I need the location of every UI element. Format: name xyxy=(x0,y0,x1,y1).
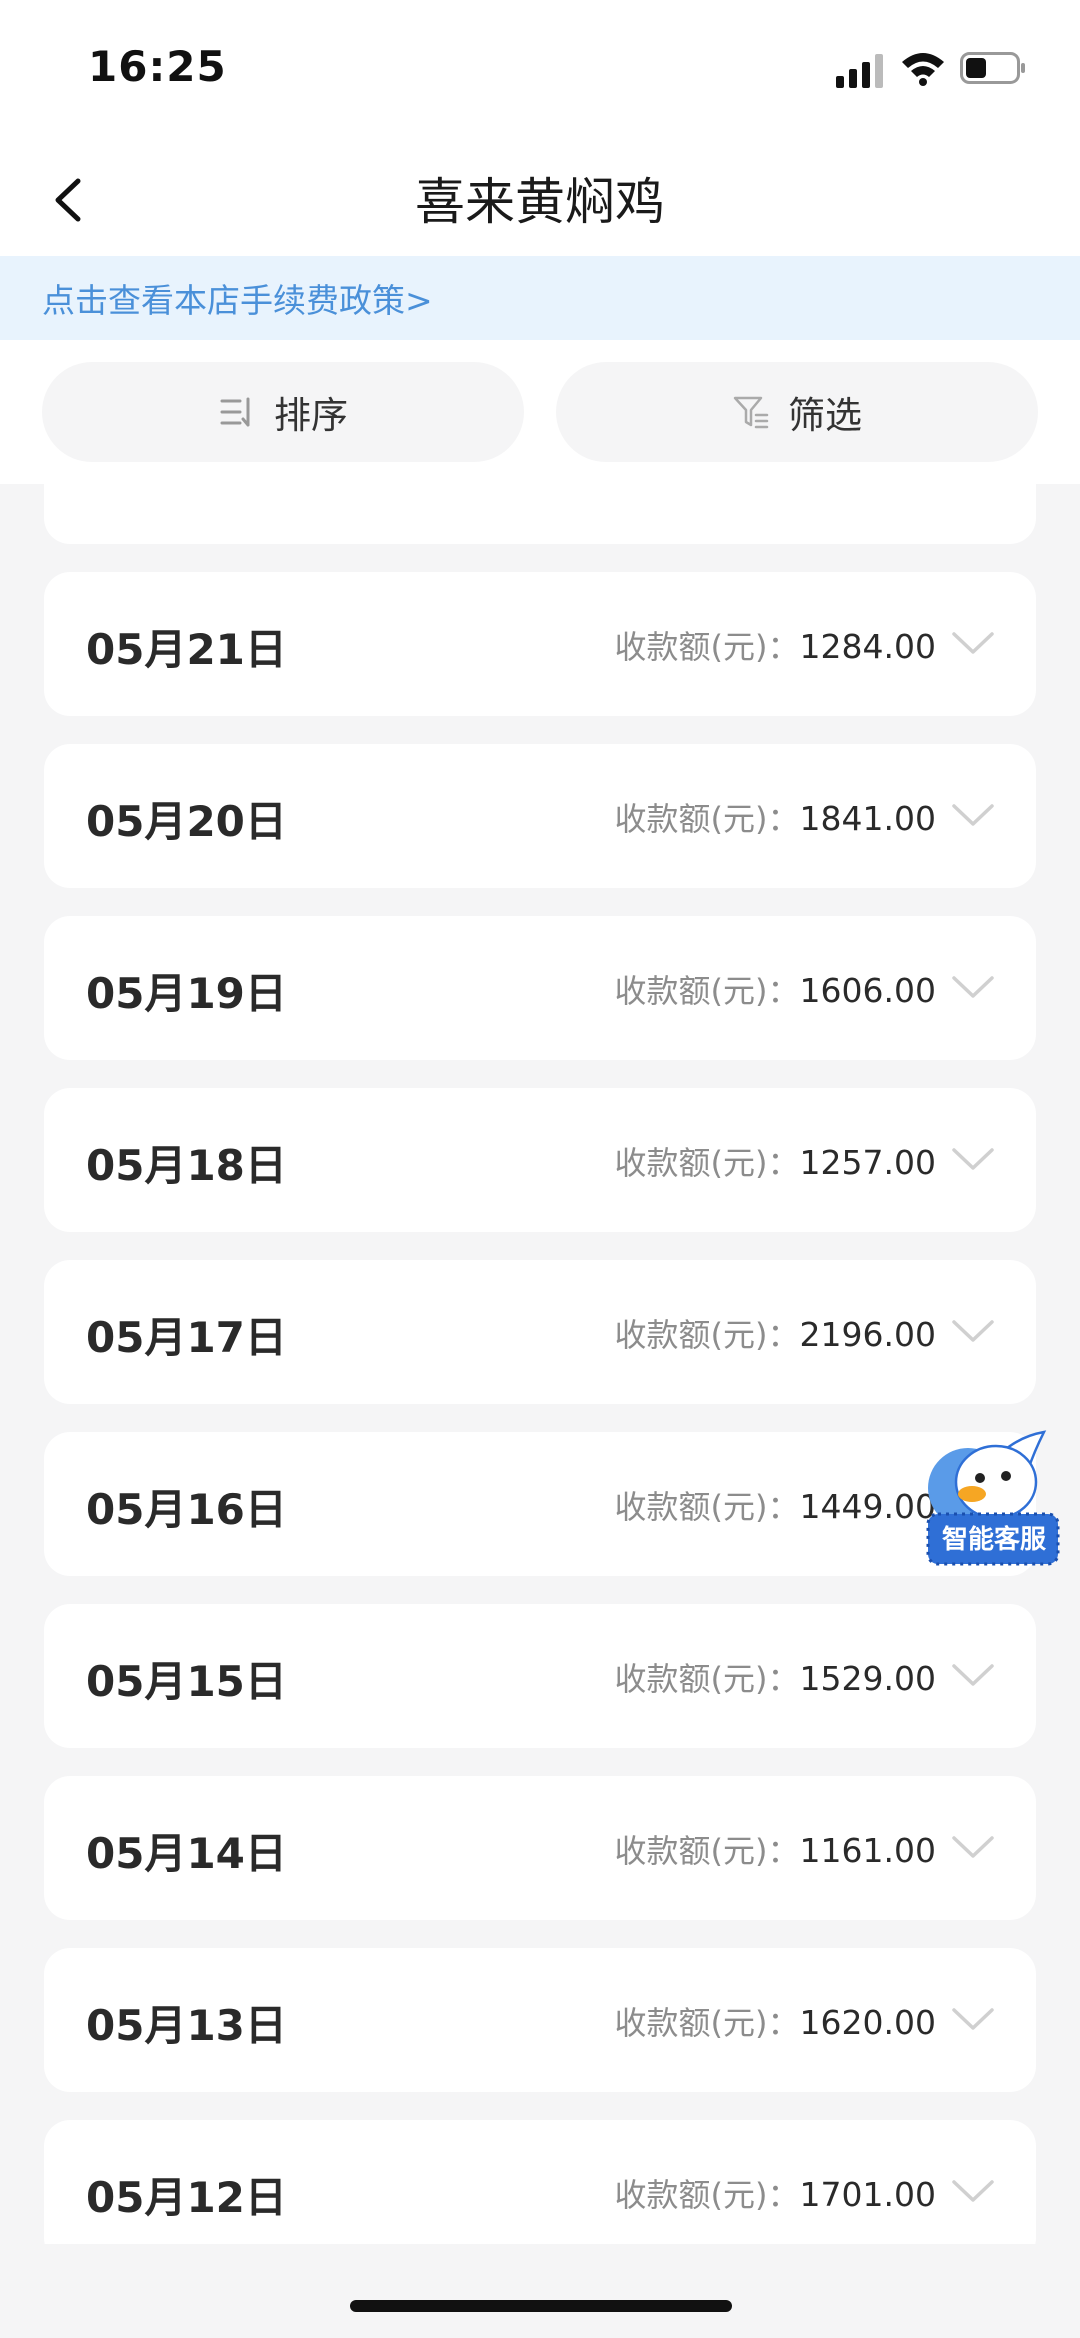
day-date: 05月19日 xyxy=(86,969,287,1018)
day-amount: 收款额(元)：1529.00 xyxy=(615,1654,936,1700)
day-date: 05月14日 xyxy=(86,1829,287,1878)
day-amount: 收款额(元)：1701.00 xyxy=(615,2170,936,2216)
list-item[interactable]: 05月16日 收款额(元)：1449.00 xyxy=(44,1432,1036,1576)
amount-label: 收款额(元)： xyxy=(614,2176,800,2214)
day-date: 05月13日 xyxy=(86,2001,287,2050)
status-time: 16:25 xyxy=(88,42,227,91)
amount-value: 1701.00 xyxy=(799,2175,936,2214)
amount-label: 收款额(元)： xyxy=(614,1316,800,1354)
day-amount: 收款额(元)：1257.00 xyxy=(615,1138,936,1184)
smart-customer-service-button[interactable]: 智能客服 xyxy=(910,1430,1060,1570)
list-item[interactable]: 05月12日 收款额(元)：1701.00 xyxy=(44,2120,1036,2244)
day-amount: 收款额(元)：1284.00 xyxy=(615,622,936,668)
amount-label: 收款额(元)： xyxy=(614,2004,800,2042)
amount-label: 收款额(元)： xyxy=(614,800,800,838)
chevron-down-icon[interactable] xyxy=(950,2178,996,2206)
day-date: 05月12日 xyxy=(86,2173,287,2222)
wifi-icon xyxy=(902,53,944,86)
day-date: 05月15日 xyxy=(86,1657,287,1706)
filter-label: 筛选 xyxy=(788,394,862,437)
day-amount: 收款额(元)：1449.00 xyxy=(615,1482,936,1528)
chevron-down-icon[interactable] xyxy=(950,974,996,1002)
navigation-bar: 喜来黄焖鸡 xyxy=(0,140,1080,256)
chevron-down-icon[interactable] xyxy=(950,1834,996,1862)
chevron-down-icon[interactable] xyxy=(950,630,996,658)
list-item[interactable]: 05月14日 收款额(元)：1161.00 xyxy=(44,1776,1036,1920)
day-amount: 收款额(元)：1841.00 xyxy=(615,794,936,840)
chevron-down-icon[interactable] xyxy=(950,1318,996,1346)
amount-value: 1257.00 xyxy=(799,1143,936,1182)
chevron-down-icon[interactable] xyxy=(950,1662,996,1690)
day-amount: 收款额(元)：2196.00 xyxy=(615,1310,936,1356)
day-date: 05月21日 xyxy=(86,625,287,674)
amount-value: 1620.00 xyxy=(799,2003,936,2042)
amount-value: 2196.00 xyxy=(799,1315,936,1354)
day-date: 05月17日 xyxy=(86,1313,287,1362)
amount-label: 收款额(元)： xyxy=(614,1660,800,1698)
amount-value: 1529.00 xyxy=(799,1659,936,1698)
day-amount: 收款额(元)：1606.00 xyxy=(615,966,936,1012)
list-item[interactable]: 05月15日 收款额(元)：1529.00 xyxy=(44,1604,1036,1748)
day-amount: 收款额(元)：1161.00 xyxy=(615,1826,936,1872)
filter-button[interactable]: 筛选 xyxy=(556,362,1038,462)
daily-receipts-list: 05月21日 收款额(元)：1284.00 05月20日 收款额(元)：1841… xyxy=(0,484,1080,2244)
list-item-partial[interactable] xyxy=(44,484,1036,544)
amount-value: 1284.00 xyxy=(799,627,936,666)
chevron-down-icon[interactable] xyxy=(950,1146,996,1174)
status-bar: 16:25 xyxy=(0,0,1080,140)
sort-button[interactable]: 排序 xyxy=(42,362,524,462)
home-indicator[interactable] xyxy=(350,2300,732,2312)
fee-policy-link[interactable]: 点击查看本店手续费政策> xyxy=(42,274,433,322)
battery-icon xyxy=(960,52,1025,84)
sort-label: 排序 xyxy=(274,394,348,437)
sort-icon xyxy=(220,397,250,427)
amount-label: 收款额(元)： xyxy=(614,972,800,1010)
cellular-signal-icon xyxy=(836,54,883,88)
list-item[interactable]: 05月19日 收款额(元)：1606.00 xyxy=(44,916,1036,1060)
list-item[interactable]: 05月18日 收款额(元)：1257.00 xyxy=(44,1088,1036,1232)
assistant-label: 智能客服 xyxy=(941,1524,1046,1555)
fee-policy-banner[interactable]: 点击查看本店手续费政策> xyxy=(0,256,1080,340)
chevron-down-icon[interactable] xyxy=(950,802,996,830)
filter-icon xyxy=(733,396,769,429)
day-date: 05月16日 xyxy=(86,1485,287,1534)
amount-label: 收款额(元)： xyxy=(614,1144,800,1182)
list-item[interactable]: 05月21日 收款额(元)：1284.00 xyxy=(44,572,1036,716)
amount-value: 1841.00 xyxy=(799,799,936,838)
day-amount: 收款额(元)：1620.00 xyxy=(615,1998,936,2044)
amount-label: 收款额(元)： xyxy=(614,628,800,666)
toolbar: 排序 筛选 xyxy=(0,340,1080,484)
day-date: 05月18日 xyxy=(86,1141,287,1190)
chevron-down-icon[interactable] xyxy=(950,2006,996,2034)
amount-label: 收款额(元)： xyxy=(614,1488,800,1526)
amount-value: 1606.00 xyxy=(799,971,936,1010)
amount-label: 收款额(元)： xyxy=(614,1832,800,1870)
list-item[interactable]: 05月13日 收款额(元)：1620.00 xyxy=(44,1948,1036,2092)
day-date: 05月20日 xyxy=(86,797,287,846)
amount-value: 1161.00 xyxy=(799,1831,936,1870)
page-title: 喜来黄焖鸡 xyxy=(415,173,665,231)
list-item[interactable]: 05月20日 收款额(元)：1841.00 xyxy=(44,744,1036,888)
list-item[interactable]: 05月17日 收款额(元)：2196.00 xyxy=(44,1260,1036,1404)
